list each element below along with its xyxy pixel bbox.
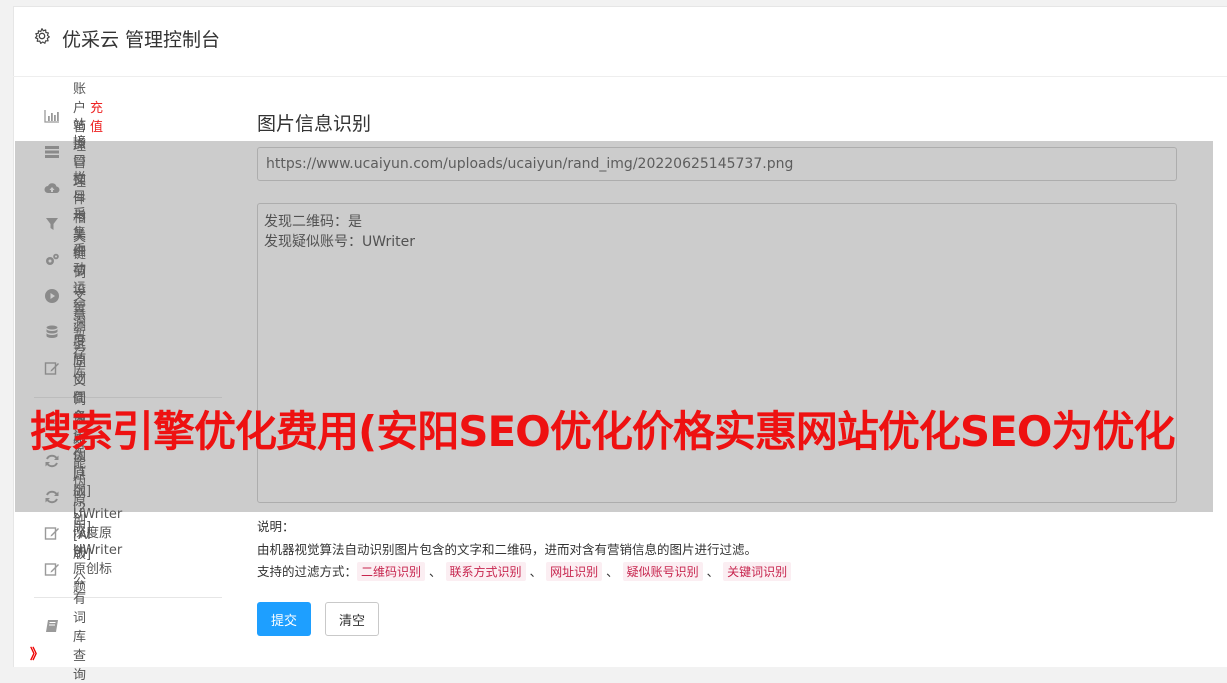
bar-chart-icon (44, 108, 60, 124)
sidebar-item-public-lexicon[interactable]: 公有词库查询 (44, 573, 86, 683)
filter-tag: 网址识别 (546, 562, 603, 581)
corner-mark: 》 (30, 647, 44, 663)
filter-tag: 二维码识别 (357, 562, 426, 581)
filter-separator: 、 (429, 564, 442, 579)
filter-separator: 、 (529, 564, 543, 579)
section-title: 图片信息识别 (257, 113, 372, 135)
filter-separator: 、 (706, 564, 720, 579)
description-text: 由机器视觉算法自动识别图片包含的文字和二维码，进而对含有营销信息的图片进行过滤。 (257, 542, 758, 557)
filter-tag: 关键词识别 (723, 562, 792, 581)
filter-separator: 、 (606, 564, 619, 579)
filter-methods: 支持的过滤方式： 二维码识别、联系方式识别、网址识别、疑似账号识别、关键词识别 (257, 561, 792, 581)
sidebar-divider (34, 597, 222, 598)
gear-icon (33, 27, 51, 45)
sidebar-item-uwriter-deep[interactable]: UWriter深度原创 (44, 507, 122, 560)
sidebar-item-label: 公有词库查询 (73, 573, 87, 683)
filter-label: 支持的过滤方式： (257, 564, 358, 579)
book-icon (44, 618, 60, 634)
edit-icon (44, 525, 60, 541)
page-header: 优采云 管理控制台 (13, 6, 1227, 77)
filter-tag: 联系方式识别 (445, 562, 526, 581)
recharge-link[interactable]: 充值 (90, 97, 103, 135)
clear-button[interactable]: 清空 (325, 602, 379, 636)
description-label: 说明： (257, 519, 295, 534)
filter-tag: 疑似账号识别 (622, 562, 703, 581)
edit-icon (44, 561, 60, 577)
watermark-text: 搜索引擎优化费用(安阳SEO优化价格实惠网站优化SEO为优化 (30, 407, 1175, 456)
submit-button[interactable]: 提交 (257, 602, 311, 636)
page-title: 优采云 管理控制台 (62, 29, 221, 51)
